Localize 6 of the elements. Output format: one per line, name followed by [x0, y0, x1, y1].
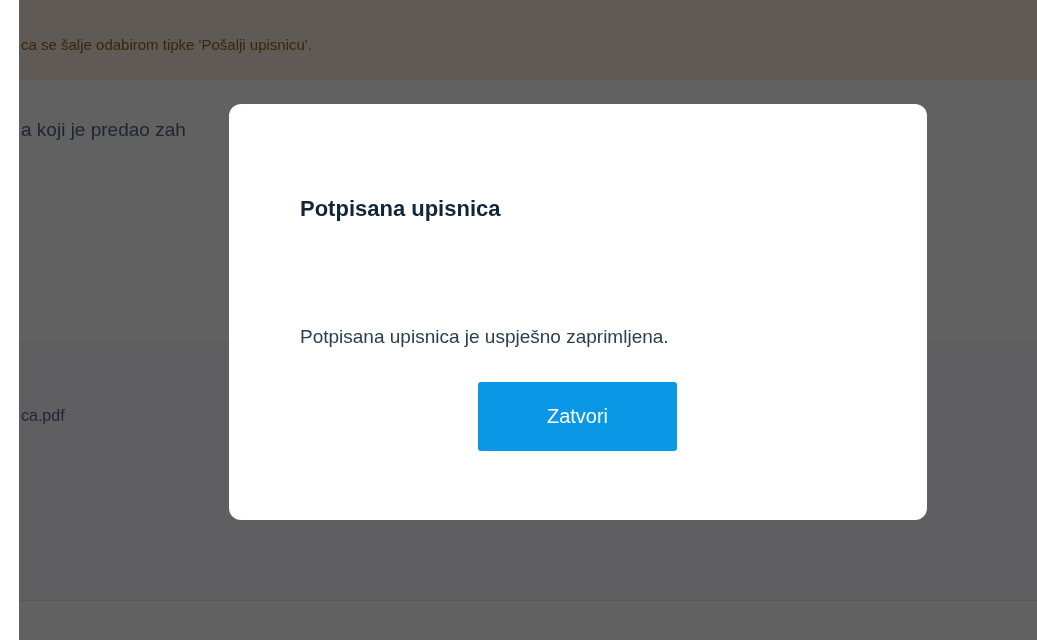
file-name: ca.pdf — [21, 406, 65, 424]
dialog-title: Potpisana upisnica — [300, 195, 502, 223]
section-heading: a koji je predao zah — [21, 119, 186, 140]
dialog-message: Potpisana upisnica je uspješno zaprimljena. — [300, 325, 670, 349]
notice-text: ca se šalje odabirom tipke 'Pošalji upisnicu'. — [21, 35, 313, 55]
close-button[interactable]: Zatvori — [478, 381, 677, 451]
